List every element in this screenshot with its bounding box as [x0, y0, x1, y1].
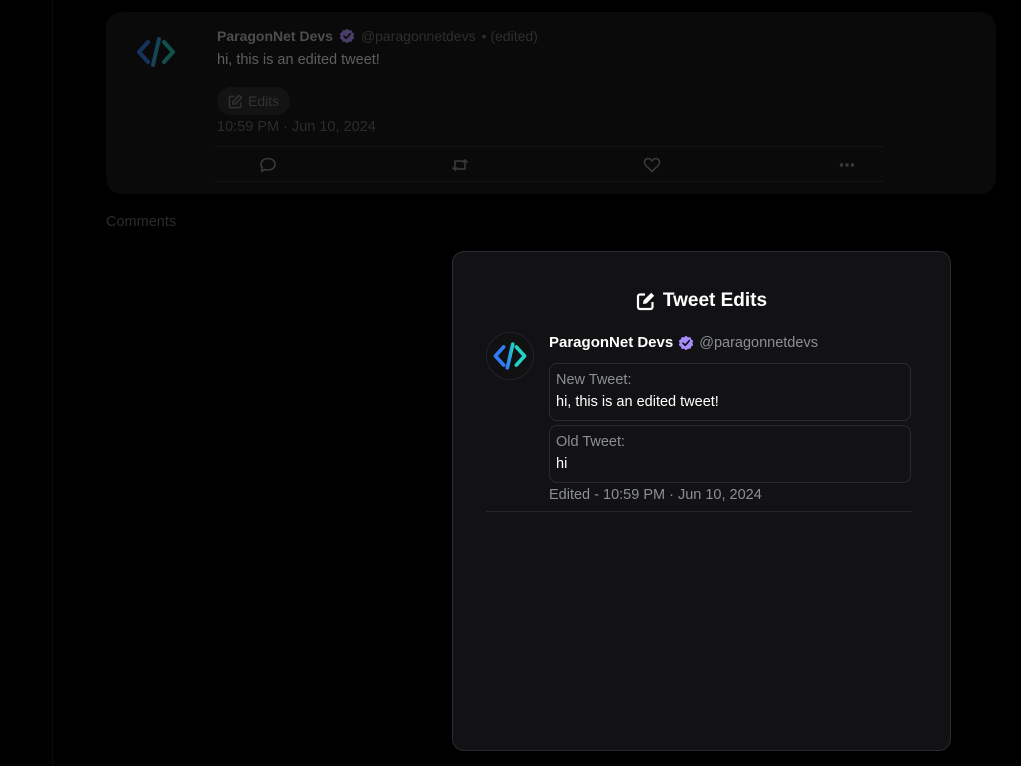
- verified-badge-icon: [679, 335, 694, 350]
- new-tweet-label: New Tweet:: [556, 372, 632, 388]
- more-options-icon[interactable]: [838, 156, 856, 174]
- tweet-text: hi, this is an edited tweet!: [217, 52, 380, 68]
- tweet-edits-modal: Tweet Edits ParagonNet Devs @paragonnetd…: [452, 251, 951, 751]
- comments-heading: Comments: [106, 214, 177, 230]
- author-name[interactable]: ParagonNet Devs: [217, 28, 333, 44]
- author-handle[interactable]: @paragonnetdevs: [699, 335, 818, 351]
- retweet-icon[interactable]: [451, 156, 469, 174]
- old-tweet-box: Old Tweet: hi: [549, 425, 911, 483]
- tweet-timestamp: 10:59 PM · Jun 10, 2024: [217, 119, 376, 135]
- verified-badge-icon: [339, 28, 355, 44]
- author-name[interactable]: ParagonNet Devs: [549, 334, 673, 351]
- author-avatar[interactable]: [134, 30, 178, 74]
- edits-button[interactable]: Edits: [217, 87, 291, 115]
- tweet-card: ParagonNet Devs @paragonnetdevs • (edite…: [106, 12, 996, 194]
- reply-icon[interactable]: [259, 156, 277, 174]
- old-tweet-label: Old Tweet:: [556, 434, 626, 450]
- code-logo-icon: [137, 37, 175, 67]
- tweet-actions: [214, 146, 884, 182]
- edit-icon: [228, 94, 243, 108]
- new-tweet-box: New Tweet: hi, this is an edited tweet!: [549, 363, 911, 421]
- author-handle[interactable]: @paragonnetdevs: [361, 28, 476, 44]
- like-heart-icon[interactable]: [643, 156, 661, 174]
- old-tweet-text: hi: [556, 456, 568, 472]
- modal-divider: [486, 511, 912, 512]
- tweet-header: ParagonNet Devs @paragonnetdevs • (edite…: [217, 28, 538, 44]
- new-tweet-text: hi, this is an edited tweet!: [556, 394, 719, 410]
- modal-title-text: Tweet Edits: [662, 290, 768, 311]
- edited-indicator: • (edited): [481, 28, 538, 44]
- left-column-border: [52, 0, 53, 766]
- edits-label: Edits: [248, 93, 280, 109]
- modal-author: ParagonNet Devs @paragonnetdevs: [549, 334, 818, 351]
- edited-timestamp: Edited - 10:59 PM · Jun 10, 2024: [549, 487, 762, 503]
- edit-icon: [636, 292, 655, 311]
- modal-title: Tweet Edits: [453, 290, 950, 312]
- code-logo-icon: [493, 342, 527, 370]
- author-avatar[interactable]: [486, 332, 534, 380]
